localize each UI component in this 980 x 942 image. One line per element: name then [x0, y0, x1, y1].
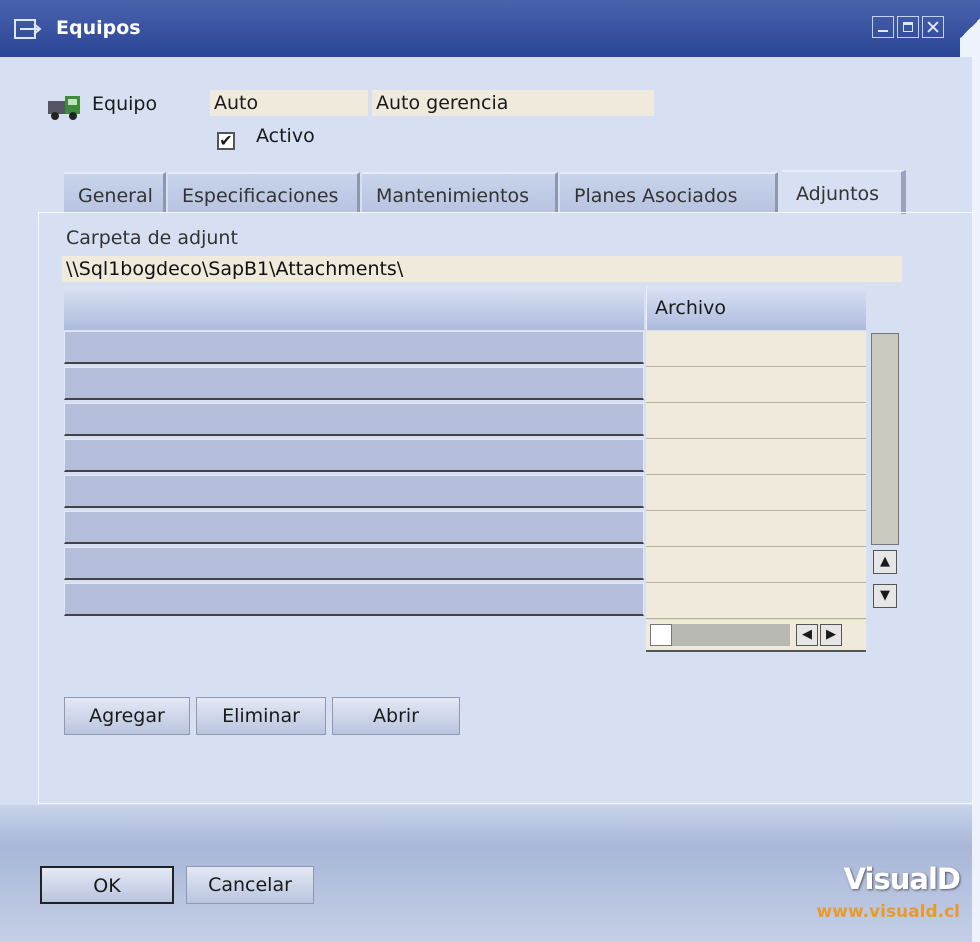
brand-logo: VisualD: [843, 862, 961, 896]
file-cell[interactable]: [646, 583, 866, 619]
tab-especificaciones[interactable]: Especificaciones: [168, 172, 360, 212]
scroll-down-icon[interactable]: ▼: [873, 584, 897, 608]
row-header[interactable]: [64, 475, 644, 508]
cancel-button[interactable]: Cancelar: [186, 866, 314, 904]
column-header-archivo[interactable]: Archivo: [646, 286, 866, 330]
maximize-icon[interactable]: [897, 16, 919, 38]
tab-general[interactable]: General: [64, 172, 166, 212]
row-header[interactable]: [64, 547, 644, 580]
row-header[interactable]: [64, 367, 644, 400]
minimize-icon[interactable]: [872, 16, 894, 38]
equipo-label: Equipo: [92, 93, 158, 115]
folder-path-field[interactable]: \\Sql1bogdeco\SapB1\Attachments\: [62, 256, 902, 282]
scroll-up-icon[interactable]: ▲: [873, 550, 897, 574]
scroll-right-icon[interactable]: ▶: [820, 624, 842, 646]
tab-planes-asociados[interactable]: Planes Asociados: [560, 172, 778, 212]
file-cell[interactable]: [646, 331, 866, 367]
add-button[interactable]: Agregar: [64, 697, 190, 735]
tab-mantenimientos[interactable]: Mantenimientos: [362, 172, 558, 212]
scrollbar-track[interactable]: [871, 333, 899, 545]
row-header[interactable]: [64, 511, 644, 544]
open-button[interactable]: Abrir: [332, 697, 460, 735]
file-cell[interactable]: [646, 547, 866, 583]
equipo-name-field[interactable]: Auto gerencia: [372, 90, 654, 116]
horizontal-scrollbar[interactable]: ◀ ▶: [646, 620, 866, 652]
row-header[interactable]: [64, 403, 644, 436]
ok-button[interactable]: OK: [40, 866, 174, 904]
file-cell[interactable]: [646, 511, 866, 547]
delete-button[interactable]: Eliminar: [196, 697, 326, 735]
scroll-thumb[interactable]: [650, 624, 672, 646]
file-cell[interactable]: [646, 439, 866, 475]
close-icon[interactable]: [922, 16, 944, 38]
vertical-scrollbar[interactable]: ▲ ▼: [869, 331, 903, 651]
title-bar[interactable]: Equipos: [0, 0, 980, 57]
window-edge: [972, 57, 980, 942]
file-cell[interactable]: [646, 367, 866, 403]
title-corner: [960, 0, 980, 57]
row-header[interactable]: [64, 583, 644, 616]
equipment-truck-icon: [48, 96, 80, 120]
scroll-left-icon[interactable]: ◀: [796, 624, 818, 646]
equipo-code-field[interactable]: Auto: [210, 90, 368, 116]
row-header[interactable]: [64, 439, 644, 472]
window-title: Equipos: [56, 17, 141, 39]
tab-adjuntos[interactable]: Adjuntos: [782, 170, 906, 214]
grid-row-header: [64, 286, 644, 330]
activo-label: Activo: [256, 125, 315, 147]
folder-label: Carpeta de adjunt: [66, 227, 238, 249]
form-icon: [14, 19, 42, 39]
file-cell[interactable]: [646, 475, 866, 511]
file-cell[interactable]: [646, 403, 866, 439]
brand-url: www.visuald.cl: [816, 902, 960, 922]
scrollbar-track[interactable]: [672, 624, 790, 646]
row-header[interactable]: [64, 331, 644, 364]
activo-checkbox[interactable]: ✔: [217, 132, 235, 150]
